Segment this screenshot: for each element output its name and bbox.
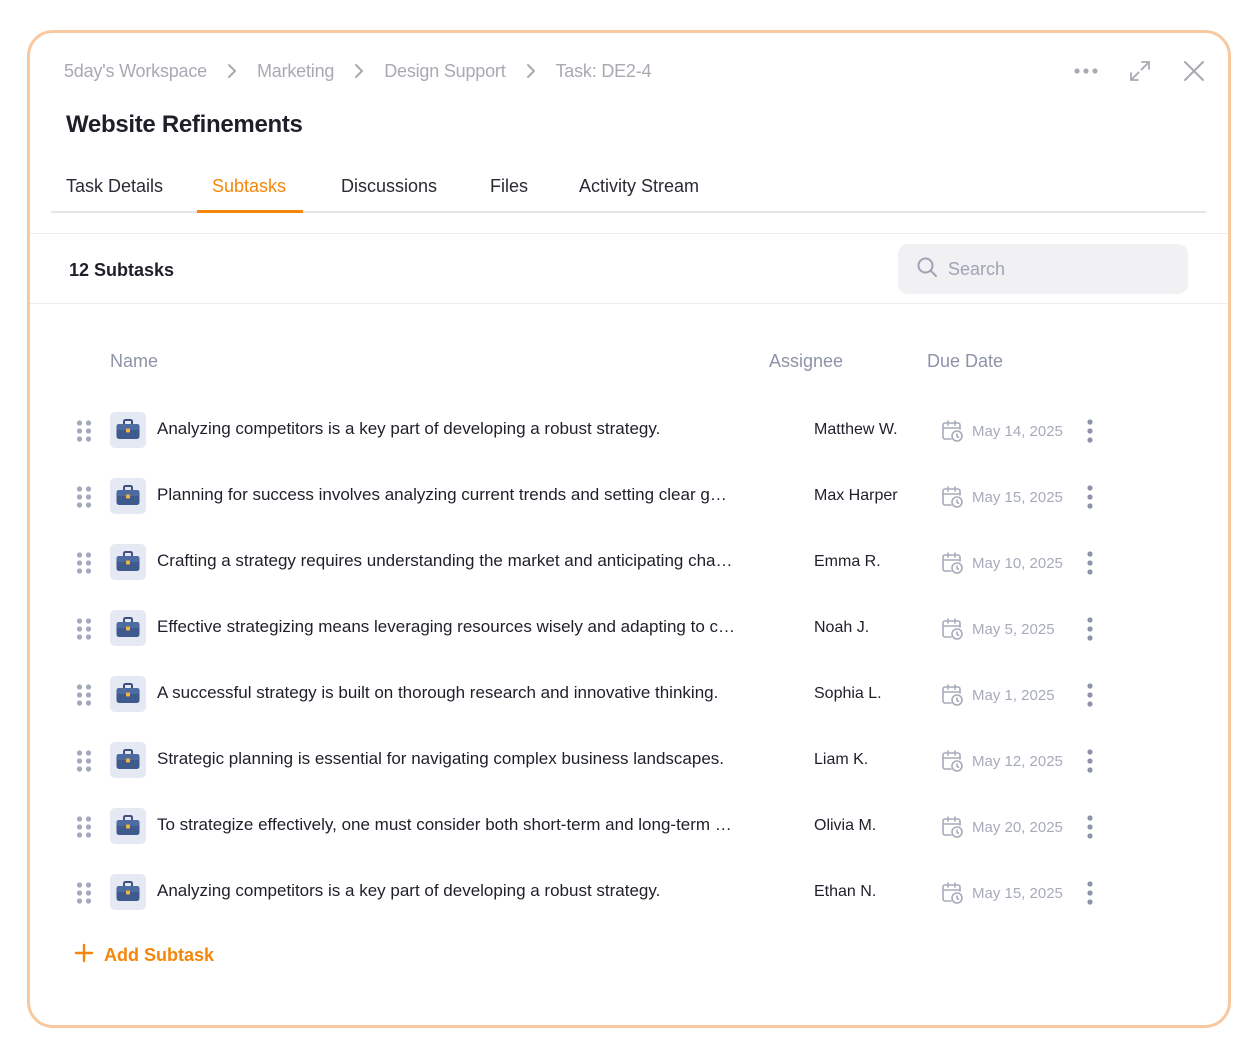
- subtask-assignee: Emma R.: [814, 553, 881, 570]
- subtask-row[interactable]: Planning for success involves analyzing …: [30, 466, 1228, 532]
- more-vertical-icon[interactable]: [1080, 549, 1100, 577]
- subtask-due-date: May 15, 2025: [972, 489, 1063, 506]
- drag-handle-icon[interactable]: [76, 419, 92, 443]
- calendar-clock-icon: [940, 683, 964, 707]
- drag-handle-icon[interactable]: [76, 551, 92, 575]
- briefcase-icon: [110, 808, 146, 844]
- subtask-name[interactable]: A successful strategy is built on thorou…: [157, 683, 735, 703]
- subtask-row[interactable]: To strategize effectively, one must cons…: [30, 796, 1228, 862]
- calendar-clock-icon: [940, 419, 964, 443]
- briefcase-icon: [110, 610, 146, 646]
- breadcrumb-task-id: Task: DE2-4: [555, 60, 652, 81]
- drag-handle-icon[interactable]: [76, 815, 92, 839]
- drag-handle-icon[interactable]: [76, 683, 92, 707]
- subtask-name[interactable]: Analyzing competitors is a key part of d…: [157, 881, 735, 901]
- task-panel: 5day's Workspace Marketing Design Suppor…: [27, 30, 1231, 1028]
- subtask-assignee: Max Harper: [814, 487, 898, 504]
- calendar-clock-icon: [940, 551, 964, 575]
- drag-handle-icon[interactable]: [76, 749, 92, 773]
- briefcase-icon: [110, 544, 146, 580]
- column-header-name[interactable]: Name: [110, 351, 158, 372]
- subtask-name[interactable]: Crafting a strategy requires understandi…: [157, 551, 735, 571]
- subtask-row[interactable]: Effective strategizing means leveraging …: [30, 598, 1228, 664]
- tab-activity-stream[interactable]: Activity Stream: [579, 176, 699, 197]
- window-actions: [1072, 57, 1208, 85]
- more-vertical-icon[interactable]: [1080, 417, 1100, 445]
- calendar-clock-icon: [940, 485, 964, 509]
- subtask-assignee: Olivia M.: [814, 817, 877, 834]
- more-vertical-icon[interactable]: [1080, 483, 1100, 511]
- subtask-count: 12 Subtasks: [69, 260, 175, 280]
- briefcase-icon: [110, 676, 146, 712]
- subtask-due-date: May 1, 2025: [972, 687, 1055, 704]
- tab-discussions[interactable]: Discussions: [341, 176, 437, 197]
- more-horizontal-icon[interactable]: [1072, 57, 1100, 85]
- more-vertical-icon[interactable]: [1080, 615, 1100, 643]
- search-box[interactable]: [898, 244, 1188, 294]
- search-input[interactable]: [948, 258, 1168, 280]
- subtask-due-date: May 14, 2025: [972, 423, 1063, 440]
- tab-subtasks[interactable]: Subtasks: [212, 176, 286, 197]
- calendar-clock-icon: [940, 749, 964, 773]
- breadcrumb-marketing[interactable]: Marketing: [257, 61, 334, 82]
- subtask-row[interactable]: Strategic planning is essential for navi…: [30, 730, 1228, 796]
- breadcrumb-design-support[interactable]: Design Support: [384, 61, 505, 82]
- subtask-assignee: Noah J.: [814, 619, 870, 636]
- tab-files[interactable]: Files: [490, 176, 528, 197]
- add-subtask-button[interactable]: Add Subtask: [74, 943, 214, 968]
- section-divider: [30, 233, 1228, 234]
- subtask-due-date: May 20, 2025: [972, 819, 1063, 836]
- search-icon: [916, 256, 938, 283]
- drag-handle-icon[interactable]: [76, 485, 92, 509]
- tab-task-details[interactable]: Task Details: [66, 176, 163, 197]
- briefcase-icon: [110, 412, 146, 448]
- plus-icon: [74, 943, 94, 968]
- drag-handle-icon[interactable]: [76, 881, 92, 905]
- toolbar-divider: [30, 303, 1228, 304]
- subtask-row[interactable]: A successful strategy is built on thorou…: [30, 664, 1228, 730]
- chevron-right-icon: [227, 63, 237, 79]
- column-header-assignee[interactable]: Assignee: [769, 351, 843, 372]
- subtask-assignee: Liam K.: [814, 751, 869, 768]
- more-vertical-icon[interactable]: [1080, 681, 1100, 709]
- drag-handle-icon[interactable]: [76, 617, 92, 641]
- tab-bar: Task Details Subtasks Discussions Files …: [51, 163, 1206, 213]
- chevron-right-icon: [526, 63, 536, 79]
- calendar-clock-icon: [940, 815, 964, 839]
- briefcase-icon: [110, 742, 146, 778]
- add-subtask-label: Add Subtask: [104, 945, 215, 965]
- expand-icon[interactable]: [1126, 57, 1154, 85]
- subtask-due-date: May 5, 2025: [972, 621, 1055, 638]
- subtask-name[interactable]: To strategize effectively, one must cons…: [157, 815, 735, 835]
- calendar-clock-icon: [940, 881, 964, 905]
- subtask-assignee: Ethan N.: [814, 883, 877, 900]
- chevron-right-icon: [354, 63, 364, 79]
- subtask-name[interactable]: Effective strategizing means leveraging …: [157, 617, 735, 637]
- subtask-assignee: Sophia L.: [814, 685, 882, 702]
- more-vertical-icon[interactable]: [1080, 813, 1100, 841]
- subtask-name[interactable]: Planning for success involves analyzing …: [157, 485, 735, 505]
- more-vertical-icon[interactable]: [1080, 747, 1100, 775]
- subtask-name[interactable]: Strategic planning is essential for navi…: [157, 749, 735, 769]
- column-header-due-date[interactable]: Due Date: [927, 351, 1003, 372]
- subtask-due-date: May 15, 2025: [972, 885, 1063, 902]
- more-vertical-icon[interactable]: [1080, 879, 1100, 907]
- active-tab-indicator: [197, 210, 303, 213]
- subtask-assignee: Matthew W.: [814, 421, 898, 438]
- subtask-due-date: May 10, 2025: [972, 555, 1063, 572]
- calendar-clock-icon: [940, 617, 964, 641]
- breadcrumb: 5day's Workspace Marketing Design Suppor…: [64, 59, 652, 83]
- briefcase-icon: [110, 478, 146, 514]
- subtask-row[interactable]: Analyzing competitors is a key part of d…: [30, 400, 1228, 466]
- briefcase-icon: [110, 874, 146, 910]
- subtask-due-date: May 12, 2025: [972, 753, 1063, 770]
- close-icon[interactable]: [1180, 57, 1208, 85]
- page-title: Website Refinements: [66, 111, 303, 138]
- breadcrumb-workspace[interactable]: 5day's Workspace: [64, 61, 207, 82]
- subtask-row[interactable]: Crafting a strategy requires understandi…: [30, 532, 1228, 598]
- subtask-name[interactable]: Analyzing competitors is a key part of d…: [157, 419, 735, 439]
- subtask-row[interactable]: Analyzing competitors is a key part of d…: [30, 862, 1228, 928]
